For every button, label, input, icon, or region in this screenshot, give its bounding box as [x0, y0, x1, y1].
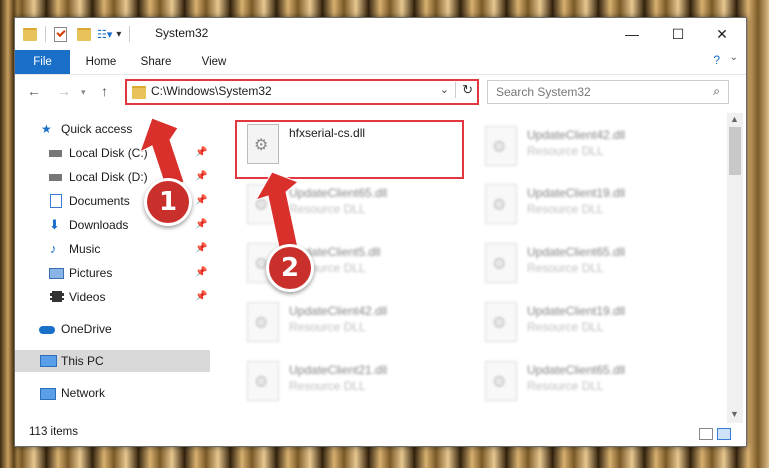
- step-badge-1: 1: [144, 178, 192, 226]
- annotation-arrows: [139, 117, 299, 253]
- arrow-to-file: [254, 171, 299, 253]
- arrow-to-address-bar: [139, 117, 185, 189]
- step-badge-2: 2: [266, 244, 314, 292]
